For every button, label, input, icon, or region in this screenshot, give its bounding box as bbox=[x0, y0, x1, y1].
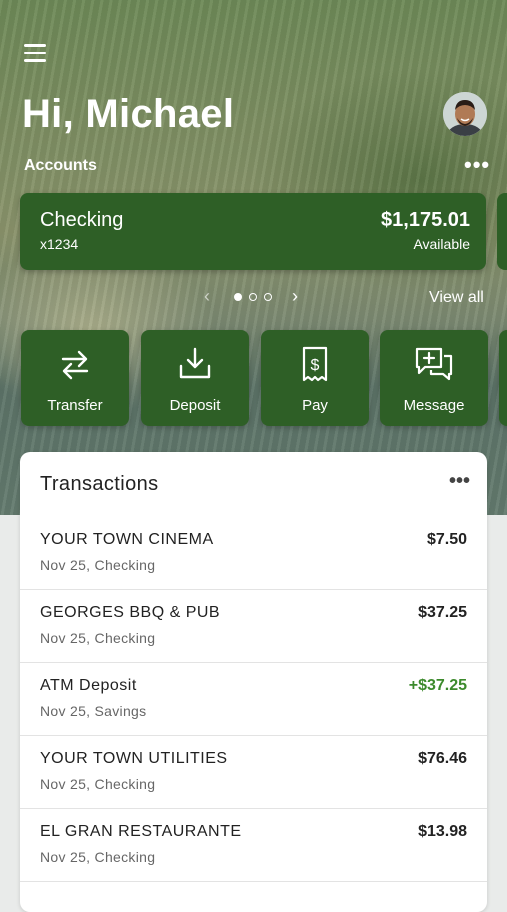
transaction-amount: $13.98 bbox=[418, 823, 467, 840]
deposit-icon bbox=[179, 347, 211, 379]
accounts-label: Accounts bbox=[24, 157, 97, 174]
next-account-card[interactable] bbox=[497, 193, 507, 270]
transactions-more-icon[interactable]: ••• bbox=[449, 471, 470, 491]
transaction-amount: $76.46 bbox=[418, 750, 467, 767]
pager-dot[interactable] bbox=[249, 293, 257, 301]
transaction-row[interactable]: ATM Deposit Nov 25, Savings +$37.25 bbox=[20, 662, 487, 736]
transfer-icon bbox=[61, 350, 89, 380]
account-pager: ‹ › bbox=[204, 286, 304, 308]
transaction-row[interactable]: GEORGES BBQ & PUB Nov 25, Checking $37.2… bbox=[20, 589, 487, 663]
transaction-amount: $37.25 bbox=[418, 604, 467, 621]
message-icon bbox=[415, 347, 453, 381]
transaction-merchant: YOUR TOWN UTILITIES bbox=[40, 750, 228, 767]
transaction-meta: Nov 25, Checking bbox=[40, 776, 156, 792]
accounts-more-icon[interactable]: ••• bbox=[464, 154, 490, 176]
transaction-row[interactable]: EL GRAN RESTAURANTE Nov 25, Checking $13… bbox=[20, 808, 487, 882]
account-balance-label: Available bbox=[413, 236, 470, 252]
transfer-label: Transfer bbox=[47, 397, 103, 414]
transactions-panel: Transactions ••• YOUR TOWN CINEMA Nov 25… bbox=[20, 452, 487, 912]
transaction-row[interactable]: YOUR TOWN CINEMA Nov 25, Checking $7.50 bbox=[20, 516, 487, 590]
account-number: x1234 bbox=[40, 236, 79, 252]
transfer-button[interactable]: Transfer bbox=[21, 330, 129, 426]
transaction-merchant: EL GRAN RESTAURANTE bbox=[40, 823, 242, 840]
next-action-button[interactable] bbox=[499, 330, 507, 426]
transaction-meta: Nov 25, Checking bbox=[40, 557, 156, 573]
deposit-button[interactable]: Deposit bbox=[141, 330, 249, 426]
deposit-label: Deposit bbox=[169, 397, 221, 414]
account-name: Checking bbox=[40, 209, 124, 231]
transaction-amount: +$37.25 bbox=[408, 677, 467, 694]
account-balance: $1,175.01 bbox=[381, 209, 470, 231]
transaction-merchant: GEORGES BBQ & PUB bbox=[40, 604, 221, 621]
menu-icon[interactable] bbox=[24, 44, 46, 62]
transaction-meta: Nov 25, Checking bbox=[40, 849, 156, 865]
chevron-right-icon[interactable]: › bbox=[292, 286, 298, 307]
account-card-checking[interactable]: Checking x1234 $1,175.01 Available bbox=[20, 193, 486, 270]
transaction-merchant: YOUR TOWN CINEMA bbox=[40, 531, 214, 548]
pay-label: Pay bbox=[302, 397, 328, 414]
chevron-left-icon[interactable]: ‹ bbox=[204, 286, 210, 307]
transaction-row-partial[interactable] bbox=[20, 881, 487, 912]
view-all-link[interactable]: View all bbox=[429, 289, 484, 307]
message-label: Message bbox=[403, 397, 465, 414]
pager-dot[interactable] bbox=[264, 293, 272, 301]
transaction-meta: Nov 25, Checking bbox=[40, 630, 156, 646]
bill-icon: $ bbox=[302, 346, 328, 382]
transaction-merchant: ATM Deposit bbox=[40, 677, 137, 694]
pay-button[interactable]: $ Pay bbox=[261, 330, 369, 426]
transactions-title: Transactions bbox=[40, 473, 159, 495]
pager-dot-active[interactable] bbox=[234, 293, 242, 301]
transaction-amount: $7.50 bbox=[426, 531, 467, 548]
greeting-title: Hi, Michael bbox=[22, 92, 235, 136]
svg-text:$: $ bbox=[311, 357, 320, 374]
transaction-row[interactable]: YOUR TOWN UTILITIES Nov 25, Checking $76… bbox=[20, 735, 487, 809]
message-button[interactable]: Message bbox=[380, 330, 488, 426]
avatar[interactable] bbox=[443, 92, 487, 136]
transaction-meta: Nov 25, Savings bbox=[40, 703, 147, 719]
